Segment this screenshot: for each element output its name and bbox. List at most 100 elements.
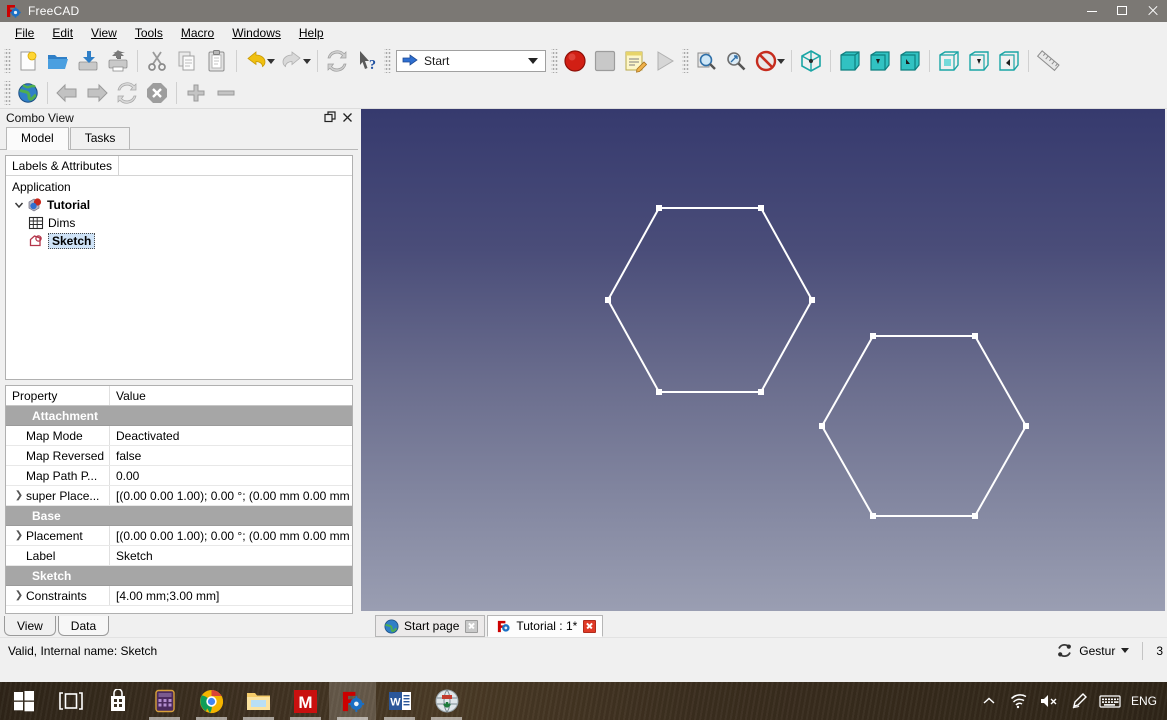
fit-all-button[interactable] (691, 46, 721, 76)
tab-view[interactable]: View (4, 616, 56, 636)
front-view-button[interactable] (835, 46, 865, 76)
menu-tools[interactable]: Tools (126, 23, 172, 43)
tab-tasks[interactable]: Tasks (70, 127, 131, 149)
property-row[interactable]: ❯Constraints [4.00 mm;3.00 mm] (6, 586, 352, 606)
browser-stop-button[interactable] (142, 78, 172, 108)
browser-refresh-button[interactable] (112, 78, 142, 108)
downloader-button[interactable] (423, 682, 470, 720)
language-button[interactable]: ENG (1127, 682, 1161, 720)
macro-stop-button[interactable] (590, 46, 620, 76)
word-button[interactable]: W (376, 682, 423, 720)
toolbar-grip[interactable] (384, 49, 391, 73)
property-group-attachment[interactable]: Attachment (6, 406, 352, 426)
chevron-down-icon[interactable] (528, 58, 538, 64)
property-value[interactable]: false (110, 449, 352, 463)
menu-macro[interactable]: Macro (172, 23, 223, 43)
menu-edit[interactable]: Edit (43, 23, 82, 43)
tree-item-sketch[interactable]: Sketch (6, 232, 352, 250)
menu-help[interactable]: Help (290, 23, 333, 43)
float-panel-button[interactable] (323, 110, 338, 125)
property-group-sketch[interactable]: Sketch (6, 566, 352, 586)
start-button[interactable] (0, 682, 47, 720)
show-hidden-icons-button[interactable] (975, 682, 1003, 720)
property-row[interactable]: ❯super Place... [(0.00 0.00 1.00); 0.00 … (6, 486, 352, 506)
property-value[interactable]: Deactivated (110, 429, 352, 443)
rear-view-button[interactable] (934, 46, 964, 76)
browser-forward-button[interactable] (82, 78, 112, 108)
chevron-down-icon[interactable] (12, 198, 26, 212)
chevron-right-icon[interactable]: ❯ (12, 490, 26, 501)
property-value[interactable]: [(0.00 0.00 1.00); 0.00 °; (0.00 mm 0.00… (110, 529, 352, 543)
microsoft-store-button[interactable] (94, 682, 141, 720)
property-group-base[interactable]: Base (6, 506, 352, 526)
chevron-right-icon[interactable]: ❯ (12, 590, 26, 601)
zoom-out-button[interactable] (211, 78, 241, 108)
open-website-button[interactable] (13, 78, 43, 108)
document-tab-start-page[interactable]: Start page (375, 615, 485, 637)
cut-button[interactable] (142, 46, 172, 76)
fit-selection-button[interactable] (721, 46, 751, 76)
property-value[interactable]: [(0.00 0.00 1.00); 0.00 °; (0.00 mm 0.00… (110, 489, 352, 503)
whats-this-button[interactable]: ? (352, 46, 382, 76)
refresh-button[interactable] (322, 46, 352, 76)
property-value[interactable]: [4.00 mm;3.00 mm] (110, 589, 352, 603)
tree-item-tutorial[interactable]: Tutorial (6, 196, 352, 214)
menu-view[interactable]: View (82, 23, 126, 43)
property-row[interactable]: Map Reversed false (6, 446, 352, 466)
right-view-button[interactable] (895, 46, 925, 76)
browser-back-button[interactable] (52, 78, 82, 108)
property-row[interactable]: Map Mode Deactivated (6, 426, 352, 446)
property-editor[interactable]: Property Value Attachment Map Mode Deact… (5, 385, 353, 613)
property-row[interactable]: ❯Placement [(0.00 0.00 1.00); 0.00 °; (0… (6, 526, 352, 546)
print-document-button[interactable] (103, 46, 133, 76)
macro-execute-button[interactable] (650, 46, 680, 76)
draw-style-button[interactable] (751, 46, 781, 76)
chevron-down-icon[interactable] (1121, 648, 1129, 653)
chrome-button[interactable] (188, 682, 235, 720)
open-document-button[interactable] (43, 46, 73, 76)
task-view-button[interactable] (47, 682, 94, 720)
save-document-button[interactable] (73, 46, 103, 76)
toolbar-grip[interactable] (4, 49, 11, 73)
network-button[interactable] (1005, 682, 1033, 720)
property-row[interactable]: Label Sketch (6, 546, 352, 566)
minimize-button[interactable] (1077, 0, 1107, 22)
chevron-right-icon[interactable]: ❯ (12, 530, 26, 541)
touch-keyboard-button[interactable] (1095, 682, 1125, 720)
measure-button[interactable] (1033, 46, 1063, 76)
menu-file[interactable]: File (6, 23, 43, 43)
copy-button[interactable] (172, 46, 202, 76)
close-icon[interactable] (583, 620, 596, 633)
menu-windows[interactable]: Windows (223, 23, 290, 43)
pen-button[interactable] (1065, 682, 1093, 720)
workbench-selector[interactable]: Start (396, 50, 546, 72)
maximize-button[interactable] (1107, 0, 1137, 22)
m-app-button[interactable]: M (282, 682, 329, 720)
model-tree[interactable]: Labels & Attributes Application (5, 155, 353, 381)
redo-button[interactable] (277, 46, 307, 76)
navigation-style-label[interactable]: Gestur (1079, 644, 1115, 658)
property-value[interactable]: 0.00 (110, 469, 352, 483)
toolbar-grip[interactable] (682, 49, 689, 73)
paste-button[interactable] (202, 46, 232, 76)
undo-button[interactable] (241, 46, 271, 76)
zoom-in-button[interactable] (181, 78, 211, 108)
macro-edit-button[interactable] (620, 46, 650, 76)
left-view-button[interactable] (994, 46, 1024, 76)
document-tab-tutorial[interactable]: Tutorial : 1* (487, 615, 603, 637)
tree-item-dims[interactable]: Dims (6, 214, 352, 232)
tree-root-application[interactable]: Application (6, 178, 352, 196)
tab-model[interactable]: Model (6, 127, 69, 150)
top-view-button[interactable] (865, 46, 895, 76)
volume-button[interactable] (1035, 682, 1063, 720)
bottom-view-button[interactable] (964, 46, 994, 76)
freecad-taskbar-button[interactable] (329, 682, 376, 720)
macro-record-button[interactable] (560, 46, 590, 76)
new-document-button[interactable] (13, 46, 43, 76)
toolbar-grip[interactable] (551, 49, 558, 73)
calculator-app-button[interactable] (141, 682, 188, 720)
isometric-view-button[interactable] (796, 46, 826, 76)
toolbar-grip[interactable] (4, 81, 11, 105)
tab-data[interactable]: Data (58, 616, 109, 636)
property-row[interactable]: Map Path P... 0.00 (6, 466, 352, 486)
